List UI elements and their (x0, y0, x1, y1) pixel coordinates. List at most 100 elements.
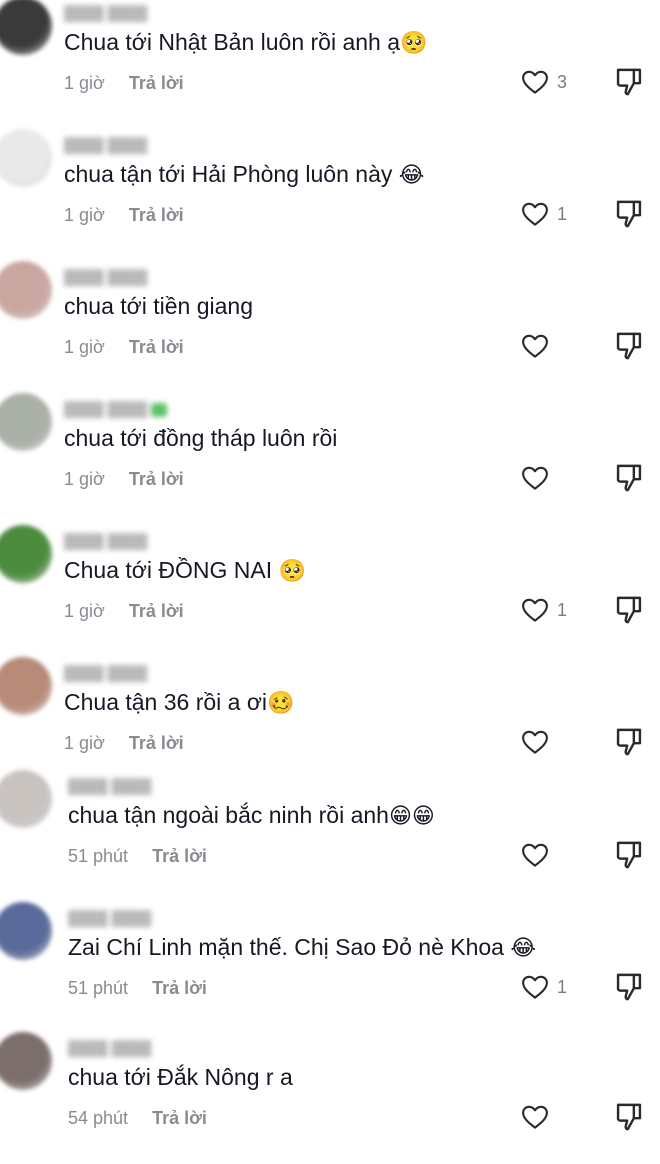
badge-icon (151, 403, 168, 418)
emoji-icon: 😂 (398, 163, 425, 188)
comment-meta: 51 phút Trả lời (68, 846, 207, 867)
thumbs-down-icon (614, 464, 644, 499)
username-blurred[interactable]: ████ ████ (64, 5, 167, 21)
comment-text: chua tận ngoài bắc ninh rồi anh😁😁 (68, 802, 435, 829)
emoji-icon: 😂 (510, 936, 537, 961)
like-button[interactable] (520, 727, 580, 761)
comment-text: chua tận tới Hải Phòng luôn này 😂 (64, 161, 424, 188)
comment-text: chua tới tiền giang (64, 293, 253, 320)
thumbs-down-icon (614, 332, 644, 367)
username-blurred[interactable]: ████ ████ (68, 778, 171, 794)
comment-text: Zai Chí Linh mặn thế. Chị Sao Đỏ nè Khoa… (68, 934, 536, 961)
avatar[interactable] (0, 902, 52, 960)
like-button[interactable]: 1 (520, 972, 580, 1006)
reply-button[interactable]: Trả lời (129, 73, 184, 94)
dislike-button[interactable] (614, 329, 648, 365)
comment-text: chua tới Đắk Nông r a (68, 1064, 293, 1091)
thumbs-down-icon (614, 596, 644, 631)
username-blurred[interactable]: ████ ████ (64, 137, 167, 153)
badge-icon (155, 912, 171, 926)
comment-meta: 1 giờ Trả lời (64, 469, 184, 490)
username-blurred[interactable]: ████ ████ (68, 1040, 171, 1056)
reply-button[interactable]: Trả lời (129, 469, 184, 490)
avatar[interactable] (0, 393, 52, 451)
like-count: 1 (557, 977, 568, 997)
badge-icon (151, 271, 167, 285)
avatar[interactable] (0, 1032, 52, 1090)
comment-time: 1 giờ (64, 601, 105, 621)
avatar[interactable] (0, 261, 52, 319)
comment-meta: 51 phút Trả lời (68, 978, 207, 999)
reply-button[interactable]: Trả lời (129, 601, 184, 622)
comment-item: ████ ████ Chua tới Nhật Bản luôn rồi anh … (0, 0, 660, 129)
comment-meta: 1 giờ Trả lời (64, 601, 184, 622)
like-button[interactable]: 1 (520, 595, 580, 629)
like-button[interactable] (520, 1102, 580, 1136)
dislike-button[interactable] (614, 197, 648, 233)
emoji-icon: 🥺 (400, 31, 428, 56)
like-button[interactable] (520, 331, 580, 365)
reply-button[interactable]: Trả lời (129, 337, 184, 358)
comment-text-body: Zai Chí Linh mặn thế. Chị Sao Đỏ nè Khoa (68, 934, 511, 960)
dislike-button[interactable] (614, 65, 648, 101)
comment-text-body: Chua tới ĐỒNG NAI (64, 557, 279, 583)
reply-button[interactable]: Trả lời (152, 978, 207, 999)
username-blurred[interactable]: ████ ████ (64, 269, 167, 285)
thumbs-down-icon (614, 200, 644, 235)
comment-text-body: chua tới đồng tháp luôn rồi (64, 425, 338, 451)
comment-text-body: Chua tới Nhật Bản luôn rồi anh ạ (64, 29, 401, 55)
comment-meta: 1 giờ Trả lời (64, 337, 184, 358)
like-button[interactable]: 3 (520, 67, 580, 101)
comment-list: ████ ████ Chua tới Nhật Bản luôn rồi anh … (0, 0, 660, 1134)
reply-button[interactable]: Trả lời (129, 733, 184, 754)
like-button[interactable]: 1 (520, 199, 580, 233)
like-count: 1 (557, 600, 568, 620)
dislike-button[interactable] (614, 838, 648, 874)
comment-text-body: chua tận ngoài bắc ninh rồi anh (68, 802, 389, 828)
comment-item: ████ ████ chua tận tới Hải Phòng luôn này… (0, 129, 660, 261)
like-count: 3 (557, 72, 568, 92)
emoji-icon: 😁😁 (388, 804, 435, 829)
comment-item: ████ ████ chua tận ngoài bắc ninh rồi anh… (0, 770, 660, 902)
reply-button[interactable]: Trả lời (152, 1108, 207, 1129)
comment-item: ████ ████ chua tới đồng tháp luôn rồi 1 gi… (0, 393, 660, 525)
avatar[interactable] (0, 525, 52, 583)
badge-icon (151, 535, 167, 549)
username-blurred[interactable]: ████ ████ (64, 665, 167, 681)
comment-item: ████ ████ Zai Chí Linh mặn thế. Chị Sao Đ… (0, 902, 660, 1034)
badge-icon (155, 1042, 171, 1056)
avatar[interactable] (0, 129, 52, 187)
comment-text-body: chua tới Đắk Nông r a (68, 1064, 293, 1090)
badge-icon (155, 780, 171, 794)
comment-time: 51 phút (68, 846, 129, 866)
thumbs-down-icon (614, 728, 644, 763)
thumbs-down-icon (614, 1103, 644, 1138)
reply-button[interactable]: Trả lời (152, 846, 207, 867)
badge-icon (151, 7, 167, 21)
dislike-button[interactable] (614, 970, 648, 1006)
like-button[interactable] (520, 840, 580, 874)
avatar[interactable] (0, 0, 52, 55)
reply-button[interactable]: Trả lời (129, 205, 184, 226)
comment-item: ████ ████ chua tới Đắk Nông r a 54 phút Trả… (0, 1032, 660, 1164)
comment-time: 1 giờ (64, 337, 105, 357)
avatar[interactable] (0, 770, 52, 828)
like-count: 1 (557, 204, 568, 224)
badge-icon (151, 139, 167, 153)
comment-time: 1 giờ (64, 205, 105, 225)
dislike-button[interactable] (614, 1100, 648, 1136)
username-blurred[interactable]: ████ ████ (68, 910, 171, 926)
username-blurred[interactable]: ████ ████ (64, 533, 167, 549)
comment-text: Chua tới ĐỒNG NAI 🥺 (64, 557, 306, 584)
comment-text: Chua tới Nhật Bản luôn rồi anh ạ🥺 (64, 29, 427, 56)
avatar[interactable] (0, 657, 52, 715)
comment-text-body: chua tận tới Hải Phòng luôn này (64, 161, 399, 187)
dislike-button[interactable] (614, 593, 648, 629)
username-blurred[interactable]: ████ ████ (64, 401, 168, 418)
dislike-button[interactable] (614, 461, 648, 497)
comment-meta: 1 giờ Trả lời (64, 205, 184, 226)
comment-text: chua tới đồng tháp luôn rồi (64, 425, 337, 452)
comment-item: ████ ████ chua tới tiền giang 1 giờ Trả lời (0, 261, 660, 393)
like-button[interactable] (520, 463, 580, 497)
dislike-button[interactable] (614, 725, 648, 761)
